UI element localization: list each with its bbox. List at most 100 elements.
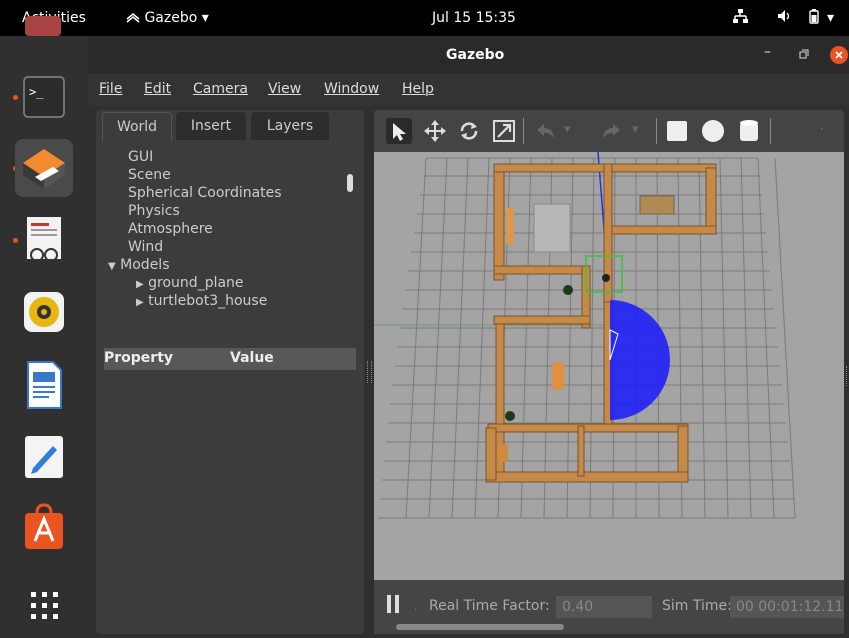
top-bar: Activities Gazebo ▾ Jul 15 15:35 ▾	[0, 0, 849, 36]
rotate-icon	[460, 122, 478, 140]
system-menu-chevron-icon[interactable]: ▾	[827, 10, 834, 26]
dock-software[interactable]	[15, 499, 73, 557]
rtf-value-field: 0.40	[556, 596, 652, 618]
laser-scan	[610, 300, 670, 420]
undo-button[interactable]	[532, 118, 558, 148]
scene-view[interactable]	[374, 152, 844, 580]
sim-time-field: 00 00:01:12.11	[730, 596, 844, 618]
move-icon	[424, 120, 446, 142]
tree-item-ground-plane-label: ground_plane	[148, 275, 244, 291]
plant-object	[563, 285, 573, 295]
step-dots: .	[414, 602, 418, 613]
dock-text-editor[interactable]	[15, 428, 73, 486]
tree-item-turtlebot3-house[interactable]: ▶ turtlebot3_house	[136, 293, 267, 309]
panel-splitter[interactable]	[367, 361, 372, 383]
tree-item-ground-plane[interactable]: ▶ ground_plane	[136, 275, 244, 291]
value-column-header: Value	[230, 350, 274, 366]
undo-icon	[537, 124, 554, 138]
pause-icon	[387, 595, 399, 613]
scale-icon	[493, 120, 515, 142]
turtlebot3-house-model	[485, 163, 717, 483]
dock-item-partial[interactable]	[15, 6, 73, 46]
tree-item-turtlebot3-house-label: turtlebot3_house	[148, 293, 268, 309]
clock[interactable]: Jul 15 15:35	[432, 10, 516, 26]
turtlebot3-robot	[602, 274, 610, 282]
render-panel: ▾ ▾ · . Real Time Factor: 0.40 Sim Time:…	[374, 110, 844, 634]
dock-terminal[interactable]: >_	[15, 68, 73, 126]
rtf-label: Real Time Factor:	[429, 598, 550, 614]
menu-help[interactable]: Help	[402, 81, 434, 97]
tab-insert[interactable]: Insert	[176, 112, 246, 140]
tab-layers[interactable]: Layers	[251, 112, 329, 140]
collapsed-arrow-icon[interactable]: ▶	[136, 279, 144, 290]
chair-object	[552, 362, 564, 390]
tree-item-physics[interactable]: Physics	[128, 203, 180, 219]
svg-text:>_: >_	[29, 85, 44, 99]
arrow-cursor-icon	[393, 123, 406, 141]
undo-dropdown-icon[interactable]: ▾	[564, 122, 571, 137]
menu-window[interactable]: Window	[324, 81, 379, 97]
dock-gazebo[interactable]	[15, 139, 73, 197]
app-menu-label: Gazebo	[144, 10, 198, 26]
toolbar-overflow[interactable]: ·	[820, 122, 824, 136]
menu-file[interactable]: File	[99, 81, 122, 97]
insert-cylinder-button[interactable]	[736, 118, 762, 148]
ground-grid	[378, 157, 796, 519]
maximize-button[interactable]	[799, 47, 809, 63]
tree-item-models[interactable]: ▼ Models	[108, 257, 169, 273]
minimize-button[interactable]: –	[764, 44, 771, 60]
rotate-mode-button[interactable]	[456, 118, 482, 148]
insert-box-button[interactable]	[664, 118, 690, 148]
table-object	[639, 195, 675, 215]
insert-sphere-button[interactable]	[700, 118, 726, 148]
redo-button[interactable]	[599, 118, 625, 148]
gazebo-window: Gazebo – File Edit Camera View Window He…	[88, 36, 849, 638]
select-mode-button[interactable]	[386, 118, 412, 144]
toolbar-separator	[523, 118, 524, 144]
scene-canvas[interactable]	[374, 152, 844, 580]
volume-icon[interactable]	[776, 8, 794, 28]
expand-arrow-icon[interactable]: ▼	[108, 261, 116, 272]
close-icon	[835, 51, 843, 59]
menu-bar: File Edit Camera View Window Help	[88, 74, 849, 106]
document-viewer-icon	[27, 217, 61, 262]
tab-world[interactable]: World	[102, 112, 172, 141]
property-header: Property Value	[104, 348, 356, 370]
scale-mode-button[interactable]	[491, 118, 517, 148]
network-icon[interactable]	[732, 8, 748, 28]
text-editor-icon	[25, 436, 63, 478]
app-menu[interactable]: Gazebo ▾	[126, 10, 209, 26]
chevron-down-icon: ▾	[201, 10, 209, 26]
menu-camera[interactable]: Camera	[193, 81, 248, 97]
tree-item-atmosphere[interactable]: Atmosphere	[128, 221, 213, 237]
show-apps-button[interactable]	[15, 576, 73, 634]
title-bar[interactable]: Gazebo –	[88, 36, 849, 74]
dock-writer[interactable]	[15, 356, 73, 414]
rhythmbox-icon	[24, 292, 64, 332]
plant-object	[505, 411, 515, 421]
terminal-icon: >_	[23, 76, 65, 118]
writer-icon	[27, 361, 62, 409]
menu-edit[interactable]: Edit	[144, 81, 171, 97]
tree-item-wind[interactable]: Wind	[128, 239, 163, 255]
tree-item-scene[interactable]: Scene	[128, 167, 171, 183]
tree-item-spherical-coordinates[interactable]: Spherical Coordinates	[128, 185, 282, 201]
redo-dropdown-icon[interactable]: ▾	[632, 122, 639, 137]
close-button[interactable]	[830, 46, 848, 64]
software-center-icon	[25, 503, 63, 549]
horizontal-scrollbar[interactable]	[396, 624, 564, 630]
scene-toolbar: ▾ ▾ ·	[374, 110, 844, 152]
property-column-header: Property	[104, 350, 174, 366]
menu-view[interactable]: View	[268, 81, 301, 97]
time-panel: . Real Time Factor: 0.40 Sim Time: 00 00…	[374, 580, 844, 634]
box-icon	[667, 121, 687, 141]
dock-document-viewer[interactable]	[15, 211, 73, 269]
translate-mode-button[interactable]	[422, 118, 448, 148]
dock-rhythmbox[interactable]	[15, 283, 73, 341]
pause-button[interactable]	[386, 594, 400, 618]
bed-object	[533, 203, 571, 253]
tree-scrollbar[interactable]	[347, 174, 353, 192]
battery-icon[interactable]	[806, 8, 822, 28]
collapsed-arrow-icon[interactable]: ▶	[136, 297, 144, 308]
tree-item-gui[interactable]: GUI	[128, 149, 153, 165]
